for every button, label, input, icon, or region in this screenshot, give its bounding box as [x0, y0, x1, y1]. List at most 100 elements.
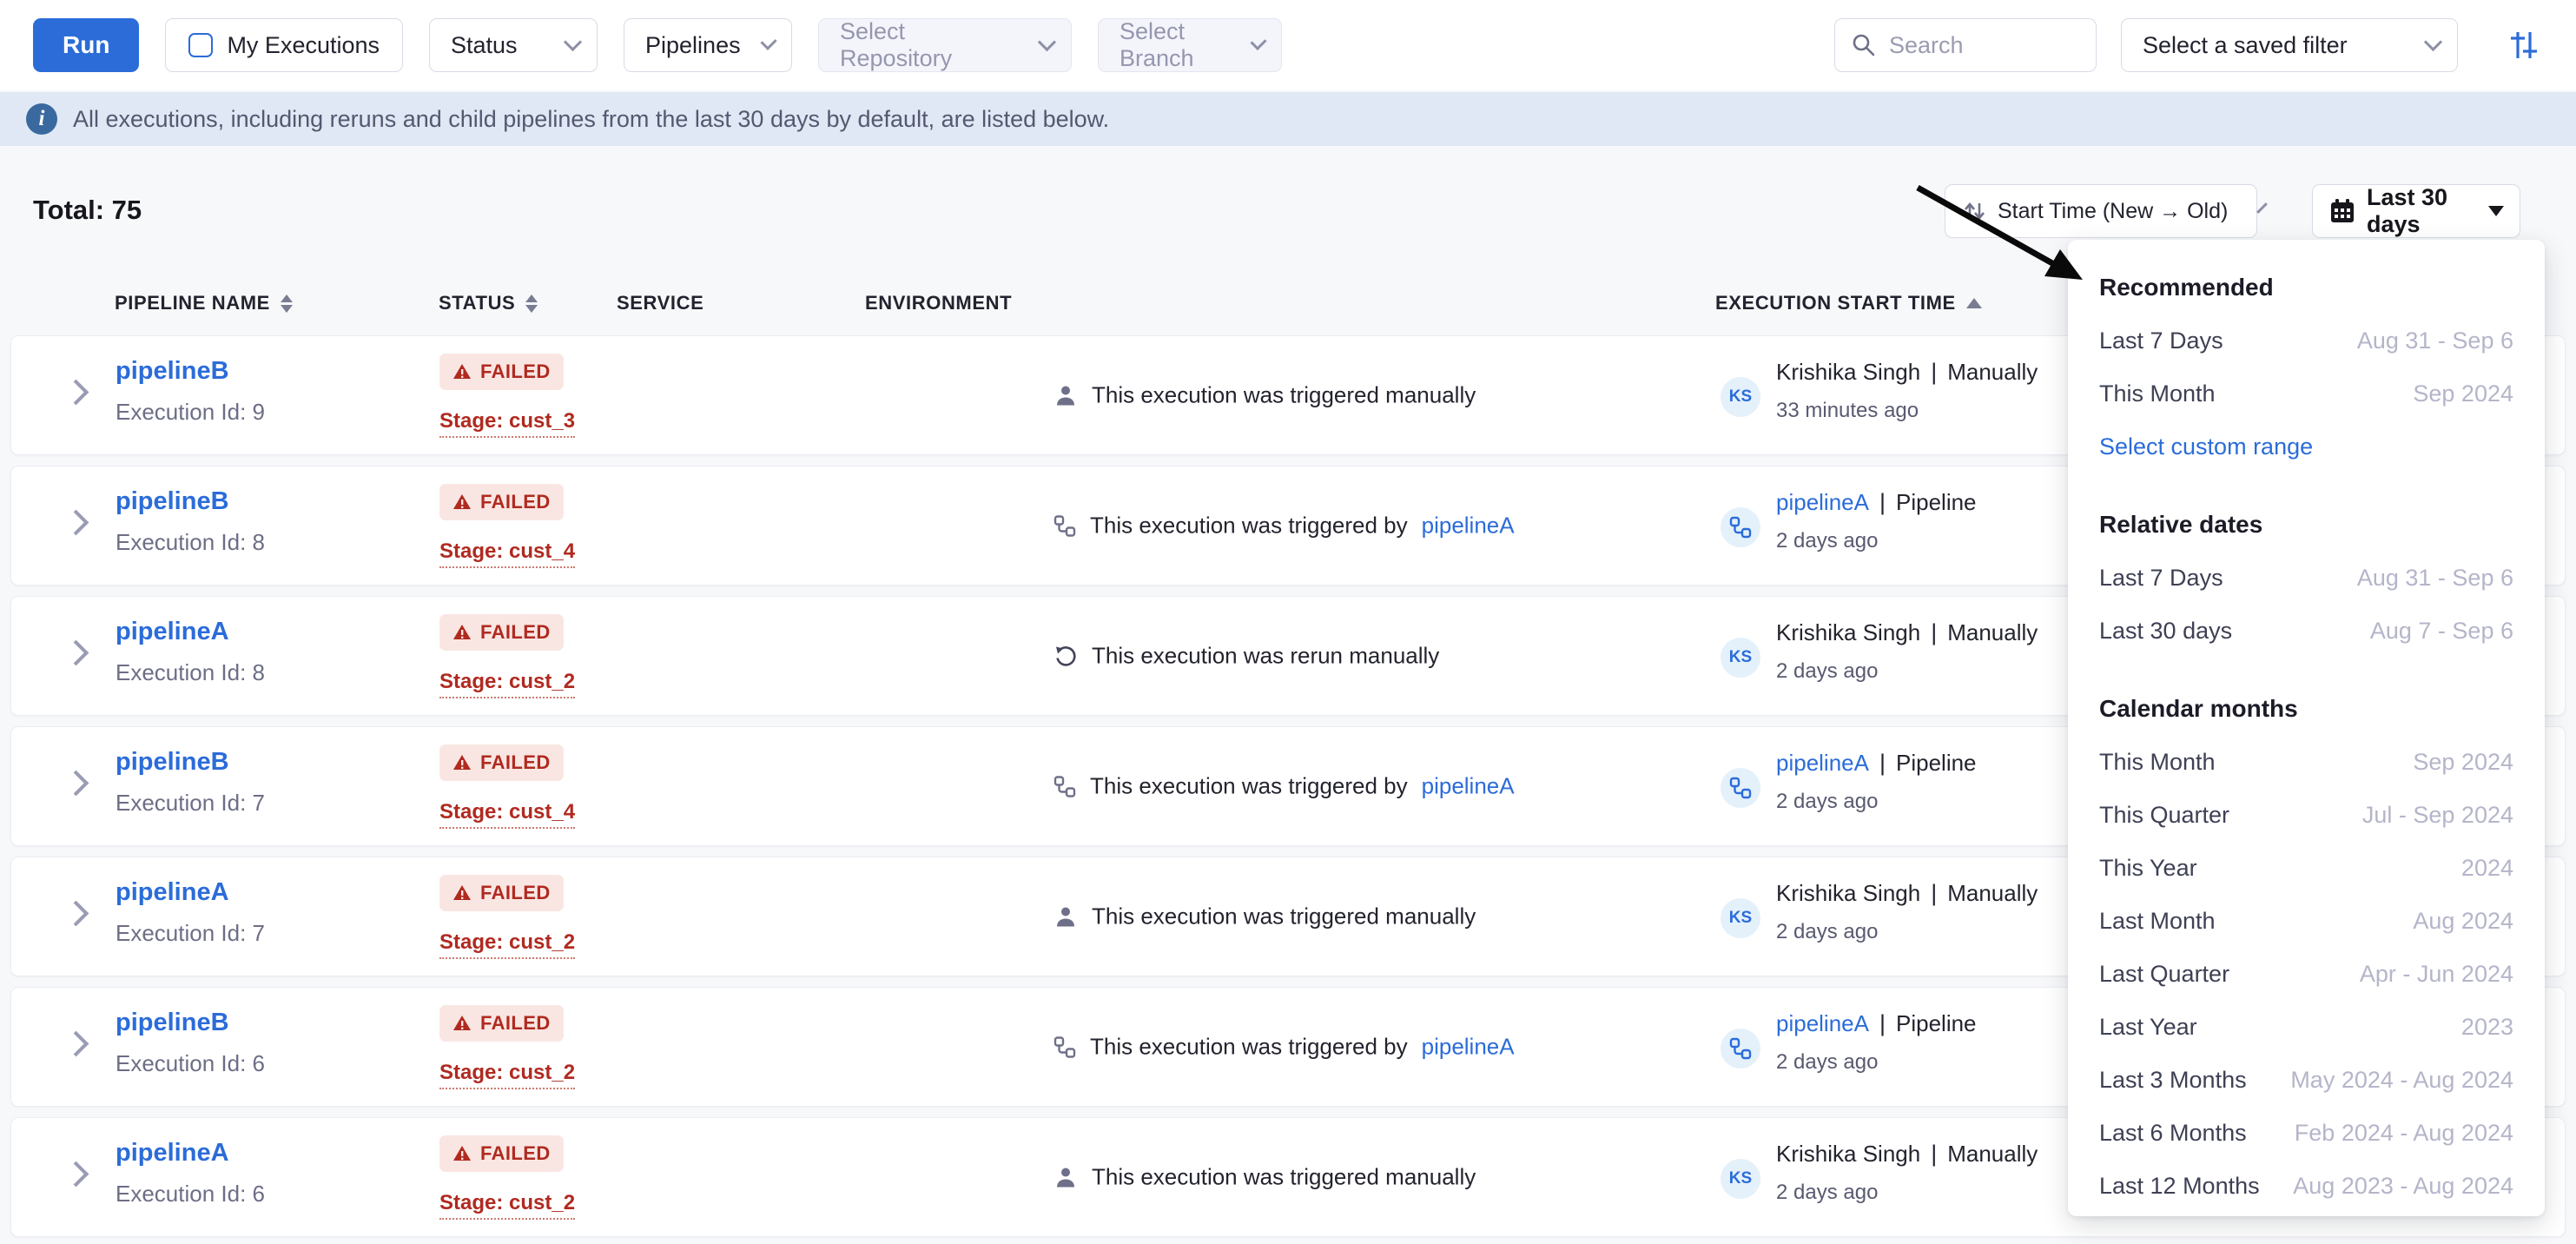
starter-pipeline-link[interactable]: pipelineA: [1776, 1010, 1869, 1037]
menu-item-last-3-months[interactable]: Last 3 MonthsMay 2024 - Aug 2024: [2099, 1054, 2513, 1107]
trigger-pipeline-link[interactable]: pipelineA: [1422, 773, 1515, 800]
expand-row-chevron-icon[interactable]: [63, 1161, 89, 1188]
search-box[interactable]: [1834, 18, 2097, 72]
menu-item-this-year[interactable]: This Year2024: [2099, 842, 2513, 895]
my-executions-checkbox[interactable]: [188, 33, 213, 57]
status-badge-label: FAILED: [480, 751, 551, 774]
status-badge-label: FAILED: [480, 1012, 551, 1035]
column-header-environment[interactable]: ENVIRONMENT: [865, 283, 1012, 323]
sort-icon: [1961, 198, 1987, 224]
starter-type-label: Manually: [1947, 1141, 2038, 1168]
menu-item-last-quarter[interactable]: Last QuarterApr - Jun 2024: [2099, 948, 2513, 1001]
menu-item-last-7-days[interactable]: Last 7 DaysAug 31 - Sep 6: [2099, 552, 2513, 605]
status-badge: FAILED: [439, 614, 564, 651]
user-avatar: KS: [1721, 1159, 1760, 1199]
sort-both-icon[interactable]: [281, 294, 293, 313]
chevron-down-icon: [564, 33, 582, 51]
failed-stage-link[interactable]: Stage: cust_2: [439, 1191, 575, 1220]
pipeline-avatar: [1721, 507, 1760, 547]
warning-icon: [452, 1144, 472, 1163]
menu-item-label: Last Year: [2099, 1014, 2197, 1041]
starter-pipeline-link[interactable]: pipelineA: [1776, 750, 1869, 777]
pipeline-name-link[interactable]: pipelineA: [116, 878, 229, 907]
trigger-text: This execution was triggered by: [1090, 1034, 1408, 1061]
expand-row-chevron-icon[interactable]: [63, 771, 89, 797]
sort-dropdown[interactable]: Start Time (New → Old): [1945, 184, 2257, 238]
menu-item-this-quarter[interactable]: This QuarterJul - Sep 2024: [2099, 789, 2513, 842]
menu-item-label: Last 7 Days: [2099, 328, 2223, 354]
sort-both-icon[interactable]: [525, 294, 538, 313]
pipeline-name-link[interactable]: pipelineB: [116, 357, 229, 386]
menu-item-this-month[interactable]: This MonthSep 2024: [2099, 367, 2513, 420]
pipeline-name-link[interactable]: pipelineB: [116, 487, 229, 516]
starter-type-label: Pipeline: [1896, 750, 1977, 777]
chevron-down-icon: [2424, 33, 2442, 51]
menu-item-select-custom-range[interactable]: Select custom range: [2099, 420, 2513, 473]
failed-stage-link[interactable]: Stage: cust_2: [439, 670, 575, 698]
trigger-pipeline-link[interactable]: pipelineA: [1422, 1034, 1515, 1061]
failed-stage-link[interactable]: Stage: cust_4: [439, 800, 575, 829]
menu-item-last-30-days[interactable]: Last 30 daysAug 7 - Sep 6: [2099, 605, 2513, 658]
expand-row-chevron-icon[interactable]: [63, 380, 89, 406]
select-branch-dropdown[interactable]: Select Branch: [1098, 18, 1282, 72]
pipeline-trigger-icon: [1054, 775, 1076, 797]
expand-row-chevron-icon[interactable]: [63, 1031, 89, 1057]
sort-desc-arrow: [281, 305, 293, 313]
date-range-button[interactable]: Last 30 days: [2312, 184, 2520, 238]
failed-stage-link[interactable]: Stage: cust_4: [439, 539, 575, 568]
starter-info: pipelineA | Pipeline: [1776, 750, 1977, 777]
saved-filter-dropdown[interactable]: Select a saved filter: [2121, 18, 2458, 72]
menu-item-last-6-months[interactable]: Last 6 MonthsFeb 2024 - Aug 2024: [2099, 1107, 2513, 1160]
execution-time-ago: 2 days ago: [1776, 1050, 1878, 1075]
column-header-label: SERVICE: [617, 292, 703, 314]
menu-item-last-month[interactable]: Last MonthAug 2024: [2099, 895, 2513, 948]
pipeline-trigger-icon: [1729, 777, 1752, 799]
menu-item-last-year[interactable]: Last Year2023: [2099, 1001, 2513, 1054]
status-dropdown[interactable]: Status: [429, 18, 598, 72]
expand-row-chevron-icon[interactable]: [63, 901, 89, 927]
execution-id-label: Execution Id: 6: [116, 1050, 265, 1077]
calendar-icon: [2328, 197, 2356, 225]
starter-info: Krishika Singh|Manually: [1776, 880, 2038, 907]
my-executions-filter[interactable]: My Executions: [165, 18, 403, 72]
starter-name: Krishika Singh: [1776, 880, 1920, 907]
pipeline-name-link[interactable]: pipelineA: [116, 1139, 229, 1168]
starter-separator: |: [1879, 750, 1886, 777]
run-button[interactable]: Run: [33, 18, 139, 72]
select-repository-dropdown[interactable]: Select Repository: [818, 18, 1072, 72]
expand-row-chevron-icon[interactable]: [63, 510, 89, 536]
pipeline-name-link[interactable]: pipelineB: [116, 748, 229, 777]
starter-info: pipelineA|Pipeline: [1776, 489, 1977, 516]
failed-stage-link[interactable]: Stage: cust_2: [439, 1061, 575, 1089]
failed-stage-link[interactable]: Stage: cust_3: [439, 409, 575, 438]
trigger-info: This execution was triggered by pipelineA: [1054, 773, 1515, 800]
status-badge: FAILED: [439, 1005, 564, 1042]
column-header-service[interactable]: SERVICE: [617, 283, 703, 323]
filter-settings-icon[interactable]: [2507, 28, 2541, 63]
menu-item-this-month[interactable]: This MonthSep 2024: [2099, 736, 2513, 789]
starter-pipeline-link[interactable]: pipelineA: [1776, 489, 1869, 516]
sort-asc-arrow: [525, 294, 538, 302]
menu-item-last-7-days[interactable]: Last 7 DaysAug 31 - Sep 6: [2099, 314, 2513, 367]
expand-row-chevron-icon[interactable]: [63, 640, 89, 666]
menu-item-last-12-months[interactable]: Last 12 MonthsAug 2023 - Aug 2024: [2099, 1160, 2513, 1213]
sort-desc-arrow: [525, 305, 538, 313]
trigger-info: This execution was triggered bypipelineA: [1054, 513, 1515, 539]
column-header-status[interactable]: STATUS: [439, 283, 538, 323]
chevron-down-icon: [2256, 202, 2268, 214]
pipelines-dropdown-label: Pipelines: [645, 32, 741, 59]
column-header-pipeline-name[interactable]: PIPELINE NAME: [115, 283, 293, 323]
pipeline-name-link[interactable]: pipelineB: [116, 1009, 229, 1037]
failed-stage-link[interactable]: Stage: cust_2: [439, 930, 575, 959]
trigger-text: This execution was triggered by: [1090, 773, 1408, 800]
trigger-text: This execution was rerun manually: [1092, 643, 1439, 670]
top-toolbar: Run My Executions Status Pipelines Selec…: [0, 0, 2576, 90]
pipeline-trigger-icon: [1729, 1037, 1752, 1060]
trigger-pipeline-link[interactable]: pipelineA: [1422, 513, 1515, 539]
sort-dropdown-label: Start Time (New → Old): [1998, 199, 2228, 224]
search-input[interactable]: [1887, 31, 2064, 60]
column-header-execution-start-time[interactable]: EXECUTION START TIME: [1715, 283, 1982, 323]
pipelines-dropdown[interactable]: Pipelines: [624, 18, 792, 72]
pipeline-name-link[interactable]: pipelineA: [116, 618, 229, 646]
status-badge: FAILED: [439, 484, 564, 520]
